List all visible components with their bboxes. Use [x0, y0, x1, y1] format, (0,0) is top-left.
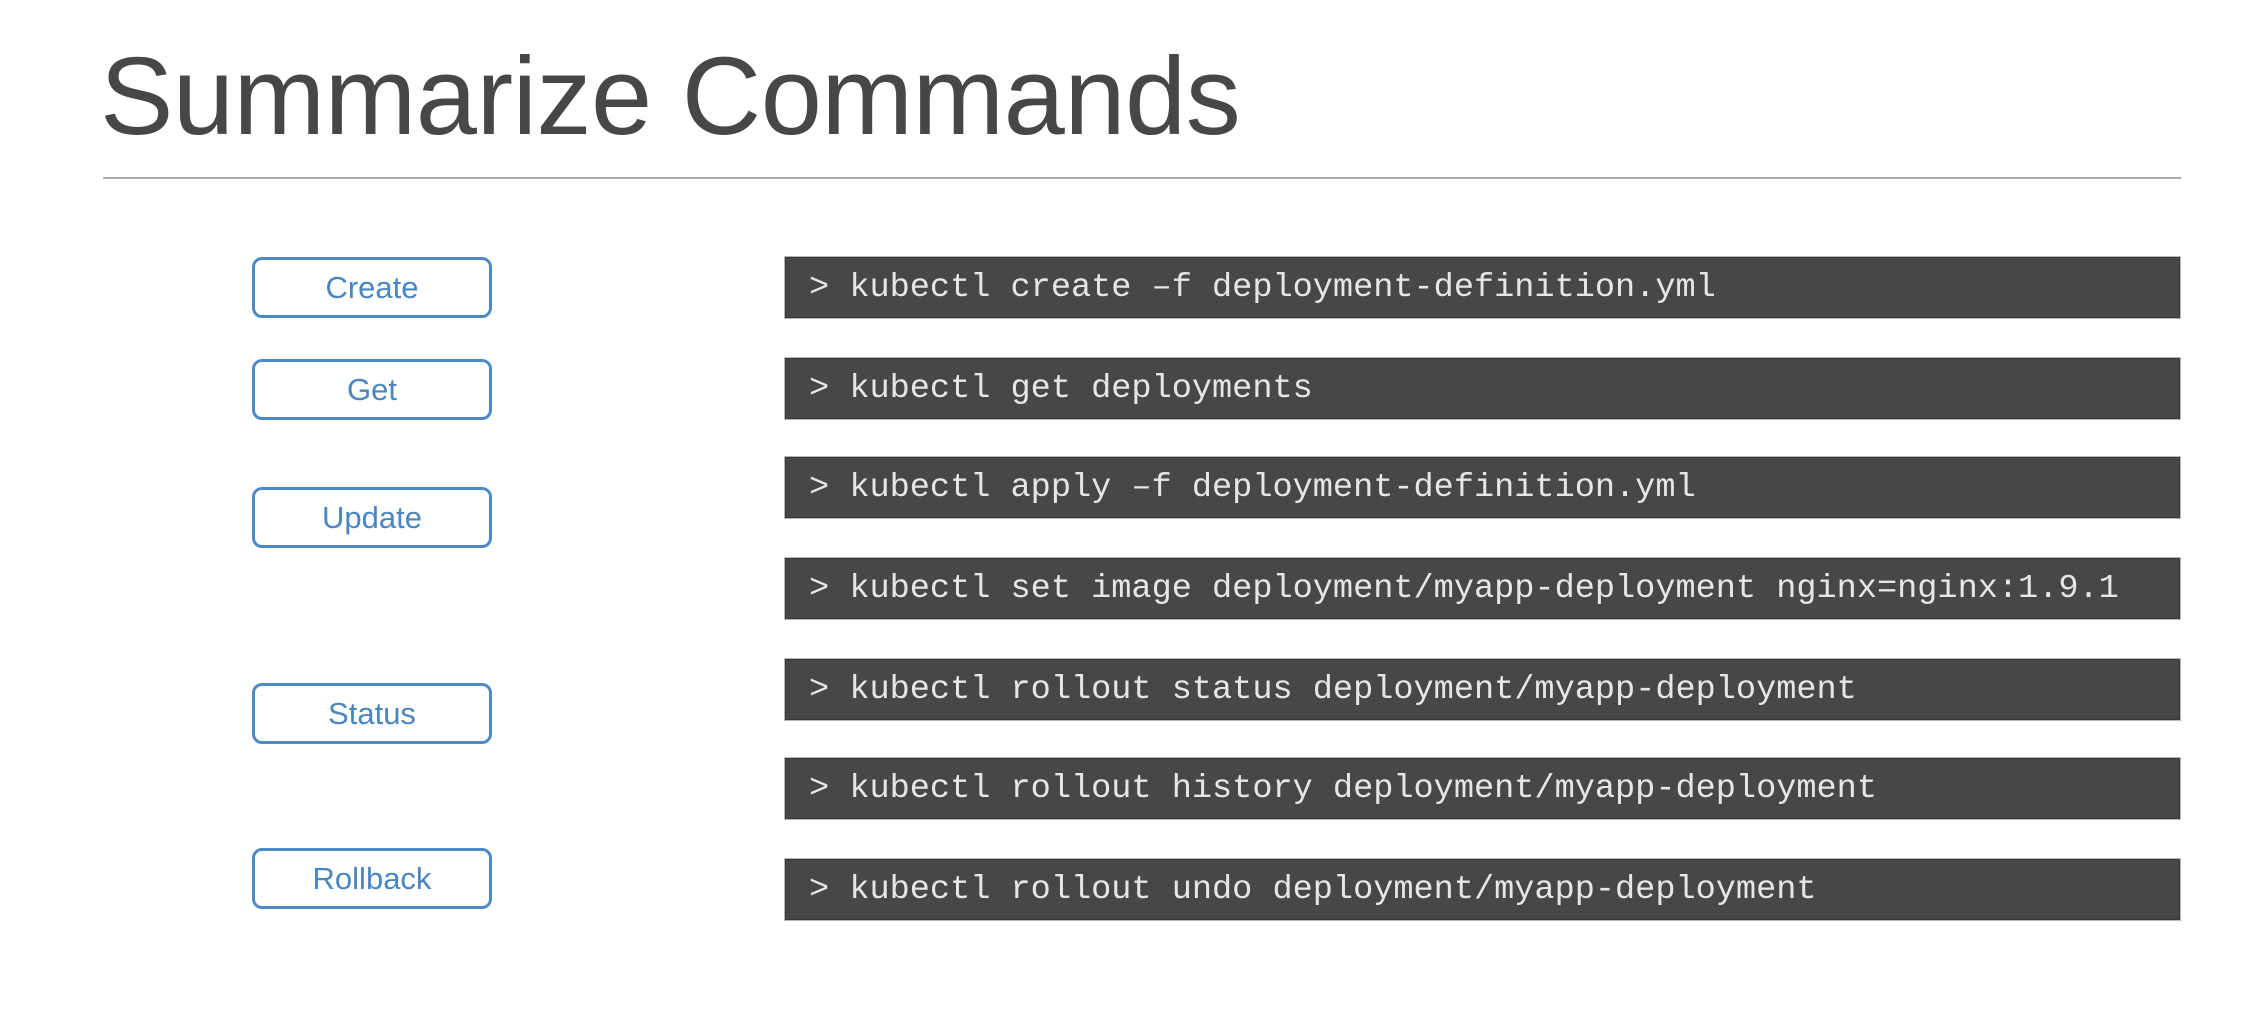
slide: Summarize Commands Create Get Update Sta… — [0, 0, 2242, 1024]
separator — [829, 370, 849, 408]
command-bar-set-image: > kubectl set image deployment/myapp-dep… — [785, 558, 2180, 619]
command-bar-apply: > kubectl apply –f deployment-definition… — [785, 457, 2180, 518]
command-bar-rollout-status: > kubectl rollout status deployment/myap… — [785, 659, 2180, 720]
update-label-button[interactable]: Update — [252, 487, 492, 548]
command-bar-rollout-history: > kubectl rollout history deployment/mya… — [785, 758, 2180, 819]
command-text: kubectl rollout history deployment/myapp… — [849, 769, 1877, 808]
command-bar-rollout-undo: > kubectl rollout undo deployment/myapp-… — [785, 859, 2180, 920]
prompt-icon: > — [809, 268, 830, 307]
create-label-button[interactable]: Create — [252, 257, 492, 318]
separator — [829, 871, 849, 909]
command-text: kubectl set image deployment/myapp-deplo… — [849, 569, 2119, 608]
command-bar-get: > kubectl get deployments — [785, 358, 2180, 419]
slide-title: Summarize Commands — [100, 35, 1241, 158]
separator — [829, 269, 849, 307]
command-text: kubectl get deployments — [849, 369, 1313, 408]
prompt-icon: > — [809, 569, 830, 608]
rollback-label-button[interactable]: Rollback — [252, 848, 492, 909]
command-text: kubectl rollout status deployment/myapp-… — [849, 670, 1857, 709]
command-text: kubectl create –f deployment-definition.… — [849, 268, 1716, 307]
prompt-icon: > — [809, 468, 830, 507]
command-bar-create: > kubectl create –f deployment-definitio… — [785, 257, 2180, 318]
separator — [829, 770, 849, 808]
prompt-icon: > — [809, 369, 830, 408]
status-label-button[interactable]: Status — [252, 683, 492, 744]
prompt-icon: > — [809, 870, 830, 909]
prompt-icon: > — [809, 769, 830, 808]
prompt-icon: > — [809, 670, 830, 709]
command-text: kubectl apply –f deployment-definition.y… — [849, 468, 1696, 507]
separator — [829, 671, 849, 709]
title-divider — [103, 177, 2181, 179]
get-label-button[interactable]: Get — [252, 359, 492, 420]
separator — [829, 469, 849, 507]
separator — [829, 570, 849, 608]
command-text: kubectl rollout undo deployment/myapp-de… — [849, 870, 1817, 909]
